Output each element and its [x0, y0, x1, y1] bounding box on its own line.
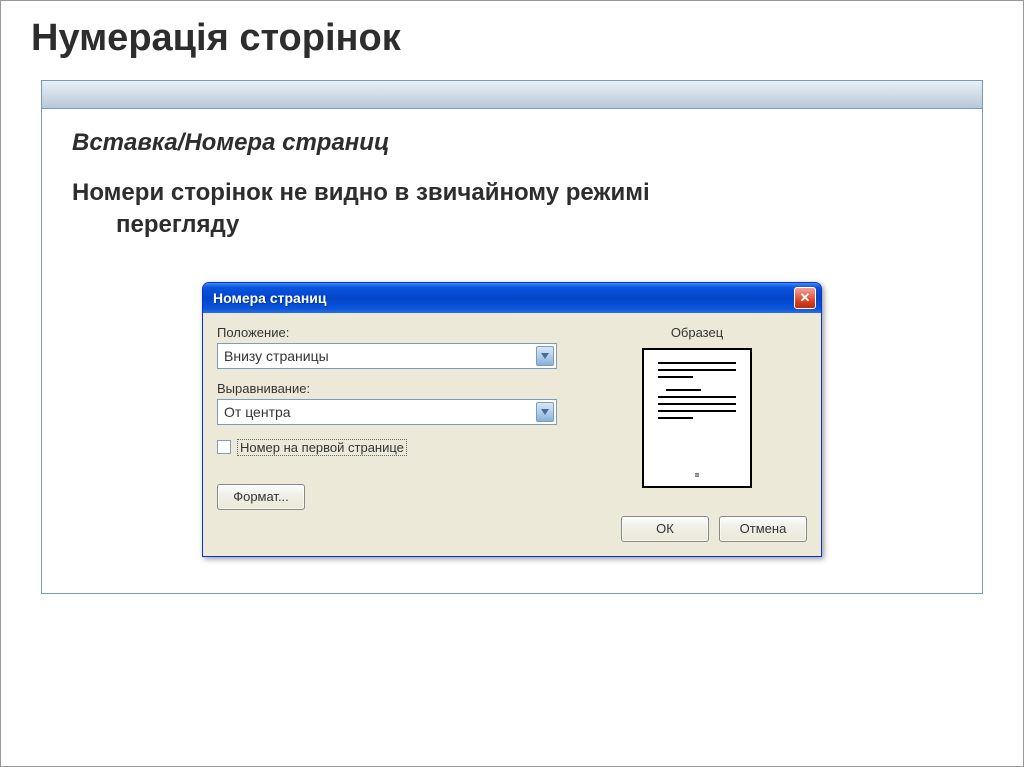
- preview-page-icon: =: [642, 348, 752, 488]
- close-button[interactable]: ✕: [794, 287, 816, 309]
- ok-cancel-row: ОК Отмена: [587, 510, 807, 542]
- form-section: Положение: Внизу страницы Выравнивание: …: [217, 325, 557, 542]
- preview-line: [658, 396, 736, 398]
- slide-title: Нумерація сторінок: [1, 1, 1023, 80]
- first-page-checkbox[interactable]: [217, 440, 231, 454]
- preview-label: Образец: [587, 325, 807, 340]
- preview-line: [658, 376, 693, 378]
- alignment-dropdown[interactable]: От центра: [217, 399, 557, 425]
- preview-page-number: =: [695, 471, 700, 480]
- position-label: Положение:: [217, 325, 557, 340]
- format-button[interactable]: Формат...: [217, 484, 305, 510]
- btn-group: ОК Отмена: [621, 516, 807, 542]
- frame-header-bar: [42, 81, 982, 109]
- first-page-checkbox-row[interactable]: Номер на первой странице: [217, 437, 557, 458]
- content-frame: Вставка/Номера страниц Номери сторінок н…: [41, 80, 983, 594]
- chevron-down-icon: [536, 346, 554, 366]
- cancel-button[interactable]: Отмена: [719, 516, 807, 542]
- preview-line: [666, 389, 701, 391]
- page-numbers-dialog: Номера страниц ✕ Положение: Внизу страни…: [202, 282, 822, 557]
- preview-section: Образец =: [587, 325, 807, 542]
- description-line2: перегляду: [72, 209, 952, 241]
- preview-line: [658, 369, 736, 371]
- description-line1: Номери сторінок не видно в звичайному ре…: [72, 179, 650, 206]
- preview-line: [658, 403, 736, 405]
- dialog-title: Номера страниц: [213, 290, 327, 306]
- dialog-titlebar[interactable]: Номера страниц ✕: [203, 283, 821, 313]
- subtitle-text: Вставка/Номера страниц: [72, 129, 952, 157]
- alignment-label: Выравнивание:: [217, 381, 557, 396]
- preview-line: [658, 410, 736, 412]
- position-dropdown[interactable]: Внизу страницы: [217, 343, 557, 369]
- description-text: Номери сторінок не видно в звичайному ре…: [72, 177, 952, 242]
- preview-line: [658, 362, 736, 364]
- slide-container: Нумерація сторінок Вставка/Номера страни…: [0, 0, 1024, 767]
- close-icon: ✕: [800, 290, 811, 306]
- alignment-value: От центра: [224, 404, 291, 420]
- chevron-down-icon: [536, 402, 554, 422]
- preview-line: [658, 417, 693, 419]
- frame-body: Вставка/Номера страниц Номери сторінок н…: [42, 109, 982, 593]
- ok-button[interactable]: ОК: [621, 516, 709, 542]
- button-row: Формат...: [217, 478, 557, 510]
- first-page-label: Номер на первой странице: [237, 439, 407, 456]
- position-value: Внизу страницы: [224, 348, 329, 364]
- dialog-body: Положение: Внизу страницы Выравнивание: …: [203, 313, 821, 556]
